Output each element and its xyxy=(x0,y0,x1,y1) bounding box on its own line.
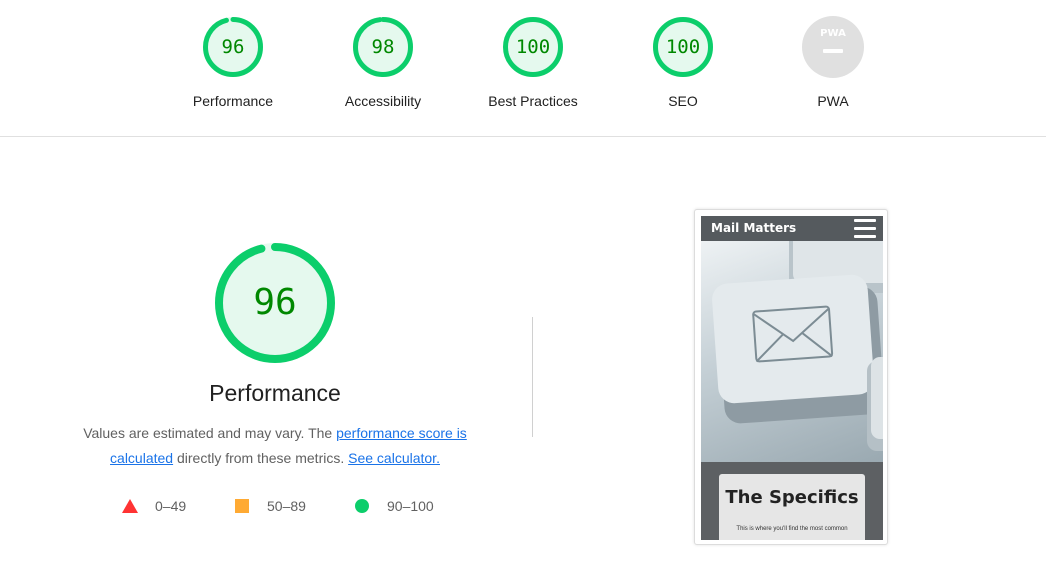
legend-range: 0–49 xyxy=(155,498,187,514)
score-ring: 96 xyxy=(202,16,264,78)
legend-range: 90–100 xyxy=(387,498,434,514)
performance-score: 96 xyxy=(253,282,297,323)
score-ring: 100 xyxy=(652,16,714,78)
legend-range: 50–89 xyxy=(267,498,306,514)
not-applicable-dash xyxy=(823,49,843,53)
category-summary: 96 Performance 98 Accessibility 100 Best… xyxy=(0,0,1046,137)
keyboard-envelope-graphic xyxy=(712,241,883,451)
gauge-accessibility[interactable]: 98 Accessibility xyxy=(308,16,458,109)
section-divider xyxy=(532,317,533,437)
screenshot-image: Mail Matters The Specifics This is where… xyxy=(701,216,883,540)
score-legend: 0–49 50–89 90–100 xyxy=(0,496,520,516)
performance-title: Performance xyxy=(209,380,341,406)
site-header: Mail Matters xyxy=(701,216,883,241)
gauge-seo[interactable]: 100 SEO xyxy=(608,16,758,109)
triangle-icon xyxy=(122,499,138,513)
content-section: The Specifics This is where you'll find … xyxy=(701,462,883,540)
square-icon xyxy=(235,499,249,513)
score-value: 100 xyxy=(665,36,701,58)
pwa-logo: PWA xyxy=(820,28,846,39)
gauge-performance[interactable]: 96 Performance xyxy=(158,16,308,109)
card-text: This is where you'll find the most commo… xyxy=(736,526,848,532)
hamburger-menu-icon xyxy=(854,219,876,238)
see-calculator-link[interactable]: See calculator. xyxy=(348,450,440,466)
category-label: PWA xyxy=(817,93,849,109)
desc-text: Values are estimated and may vary. The xyxy=(83,425,337,441)
gauge-pwa[interactable]: PWA PWA xyxy=(758,16,908,109)
site-name: Mail Matters xyxy=(711,221,797,235)
performance-description: Values are estimated and may vary. The p… xyxy=(60,421,490,471)
score-value: 98 xyxy=(371,36,395,58)
hero-keyboard-image xyxy=(701,241,883,462)
score-value: 96 xyxy=(221,36,245,58)
desc-text: directly from these metrics. xyxy=(173,450,349,466)
circle-icon xyxy=(355,499,369,513)
gauge-best-practices[interactable]: 100 Best Practices xyxy=(458,16,608,109)
final-screenshot[interactable]: Mail Matters The Specifics This is where… xyxy=(694,209,888,545)
category-label: SEO xyxy=(668,93,698,109)
pwa-badge-icon: PWA xyxy=(802,16,864,78)
card-title: The Specifics xyxy=(725,487,859,508)
category-label: Performance xyxy=(192,93,274,109)
specifics-card: The Specifics This is where you'll find … xyxy=(719,474,865,540)
score-value: 100 xyxy=(515,36,551,58)
category-label: Accessibility xyxy=(344,93,422,109)
score-ring: 98 xyxy=(352,16,414,78)
score-ring: 100 xyxy=(502,16,564,78)
category-label: Best Practices xyxy=(488,93,578,109)
performance-gauge: 96 xyxy=(212,240,338,366)
